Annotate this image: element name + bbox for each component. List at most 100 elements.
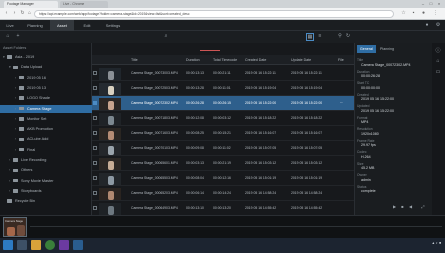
col-file[interactable]: File — [338, 55, 344, 65]
maximize-icon[interactable]: □ — [428, 1, 434, 6]
search-icon[interactable]: ⌕ — [162, 33, 170, 39]
sidebar-item[interactable]: › Final — [0, 146, 92, 154]
browser-tab-1[interactable]: Footage Manager — [4, 1, 58, 8]
chrome-app-icon[interactable] — [45, 240, 55, 250]
sidebar-item[interactable]: › Storyboards — [0, 187, 92, 195]
grid-view-icon[interactable]: ▦ — [306, 33, 314, 41]
menu-asset[interactable]: Asset — [50, 20, 74, 31]
stop-icon[interactable]: ■ — [400, 204, 405, 209]
comment-icon[interactable]: ▭ — [434, 69, 442, 75]
col-update-date[interactable]: Update Date — [291, 55, 311, 65]
url-field[interactable]: https://api.example.com/web/app/footage?… — [34, 10, 394, 18]
table-row[interactable]: Camera Stage_00071603.MP4 00:00:08:25 00:0… — [92, 126, 354, 141]
volume-icon[interactable]: ◀ — [408, 204, 413, 209]
table-row[interactable]: Camera Stage_00070103.MP4 00:00:09:08 00:0… — [92, 141, 354, 156]
sidebar-item[interactable]: › LOGO Shade — [0, 94, 92, 102]
table-row[interactable]: Camera Stage_00065203.MP4 00:00:06:14 00:0… — [92, 186, 354, 201]
row-thumbnail[interactable] — [99, 67, 121, 80]
toolbar — [0, 31, 445, 43]
cell-updated: 2019 05 16 15:22:11 — [291, 71, 322, 75]
col-duration[interactable]: Duration — [186, 55, 200, 65]
col-title[interactable]: Title — [131, 55, 138, 65]
sidebar-item[interactable]: › Others — [0, 166, 92, 174]
sidebar-item[interactable]: › 2019 05 16 — [0, 74, 92, 82]
forward-icon[interactable]: › — [11, 10, 18, 17]
row-checkbox[interactable] — [93, 116, 97, 120]
row-thumbnail[interactable] — [99, 142, 121, 155]
sidebar-item[interactable]: ▾ Asia - 2019 — [0, 53, 92, 61]
row-thumbnail[interactable] — [99, 157, 121, 170]
browser-menu-icon[interactable]: ⋮ — [432, 10, 439, 17]
menu-edit[interactable]: Edit — [77, 20, 97, 31]
table-row[interactable]: Camera Stage_00065503.MP4 00:00:08:04 00:0… — [92, 171, 354, 186]
add-folder-icon[interactable]: + — [14, 33, 22, 39]
app-settings-icon[interactable]: ⚙ — [434, 22, 442, 28]
home-nav-icon[interactable]: ⌂ — [4, 33, 12, 39]
play-icon[interactable]: ▶ — [392, 204, 397, 209]
tab-general[interactable]: General — [357, 45, 376, 53]
info-icon[interactable]: ⓘ — [434, 47, 442, 54]
browser-tab-2[interactable]: Live - Chrome — [60, 1, 108, 8]
sidebar-item[interactable]: › ACLube Add — [0, 135, 92, 143]
sidebar-item[interactable]: › Monitor Set — [0, 115, 92, 123]
close-icon[interactable]: × — [436, 1, 442, 6]
extension-icon[interactable]: ▪ — [410, 10, 417, 17]
row-checkbox[interactable] — [93, 161, 97, 165]
row-checkbox[interactable] — [93, 176, 97, 180]
list-view-icon[interactable]: ≡ — [316, 33, 324, 39]
sidebar-item[interactable]: › Camera Stage — [0, 104, 92, 113]
taskbar-app-icon[interactable] — [17, 240, 27, 250]
bookmark-icon[interactable]: ☆ — [400, 10, 407, 17]
table-row[interactable]: Camera Stage_00064903.MP4 00:00:13:10 00:0… — [92, 201, 354, 216]
timeline-thumbnail[interactable]: Camera Stage — [3, 217, 27, 237]
table-row[interactable]: Camera Stage_00065601.MP4 00:00:03:13 00:0… — [92, 156, 354, 171]
row-thumbnail[interactable] — [99, 97, 121, 110]
row-checkbox[interactable] — [93, 86, 97, 90]
folder-app-icon[interactable] — [31, 240, 41, 250]
sidebar-item[interactable]: › Sony Movie Master — [0, 177, 92, 185]
menu-planning[interactable]: Planning — [23, 20, 47, 31]
back-icon[interactable]: ‹ — [3, 10, 10, 17]
row-checkbox[interactable] — [93, 71, 97, 75]
system-tray[interactable]: ▲ ◐ ■ — [405, 241, 441, 250]
row-thumbnail[interactable] — [99, 112, 121, 125]
media-app-icon[interactable] — [59, 240, 69, 250]
sidebar-item[interactable]: › AKB Promotion — [0, 125, 92, 133]
sidebar-item[interactable]: Recycle Bin — [0, 197, 92, 205]
table-row[interactable]: Camera Stage_00071803.MP4 00:00:12:08 00:0… — [92, 111, 354, 126]
row-thumbnail[interactable] — [99, 172, 121, 185]
row-more-icon[interactable]: ⋯ — [340, 96, 343, 111]
row-checkbox[interactable] — [93, 191, 97, 195]
home-icon[interactable]: ⌂ — [26, 10, 33, 17]
row-checkbox[interactable] — [93, 131, 97, 135]
row-checkbox[interactable] — [93, 146, 97, 150]
refresh-icon[interactable]: ↻ — [344, 33, 352, 39]
start-icon[interactable] — [3, 240, 13, 250]
row-checkbox[interactable] — [93, 101, 97, 105]
minimize-icon[interactable]: – — [420, 1, 426, 6]
row-thumbnail[interactable] — [99, 82, 121, 95]
table-row[interactable]: Camera Stage_00072503.MP4 00:00:13:28 00:0… — [92, 81, 354, 96]
sidebar-item[interactable]: › 2019 05 13 — [0, 84, 92, 92]
row-thumbnail[interactable] — [99, 187, 121, 200]
reload-icon[interactable]: ↻ — [19, 10, 26, 17]
user-icon[interactable]: ● — [423, 22, 431, 28]
row-thumbnail[interactable] — [99, 202, 121, 215]
table-row[interactable]: Camera Stage_00073003.MP4 00:00:13:13 00:0… — [92, 66, 354, 81]
col-total-timecode[interactable]: Total Timecode — [213, 55, 237, 65]
editor-app-icon[interactable] — [73, 240, 83, 250]
row-thumbnail[interactable] — [99, 127, 121, 140]
profile-icon[interactable]: ● — [420, 10, 427, 17]
filter-icon[interactable]: ⚲ — [336, 33, 344, 39]
tag-icon[interactable]: ⌂ — [434, 58, 442, 64]
table-row[interactable]: Camera Stage_00072302.MP4 00:00:26:28 00:0… — [92, 96, 354, 111]
sidebar-item[interactable]: ▾ Data Upload — [0, 63, 92, 71]
row-checkbox[interactable] — [93, 206, 97, 210]
menu-live[interactable]: Live — [0, 20, 20, 31]
cell-duration: 00:00:09:08 — [186, 146, 204, 150]
col-created-date[interactable]: Created Date — [245, 55, 266, 65]
menu-settings[interactable]: Settings — [100, 20, 126, 31]
sidebar-item[interactable]: › Live Recording — [0, 156, 92, 164]
tab-planning[interactable]: Planning — [377, 45, 397, 53]
fullscreen-icon[interactable]: ⤢ — [420, 204, 426, 209]
